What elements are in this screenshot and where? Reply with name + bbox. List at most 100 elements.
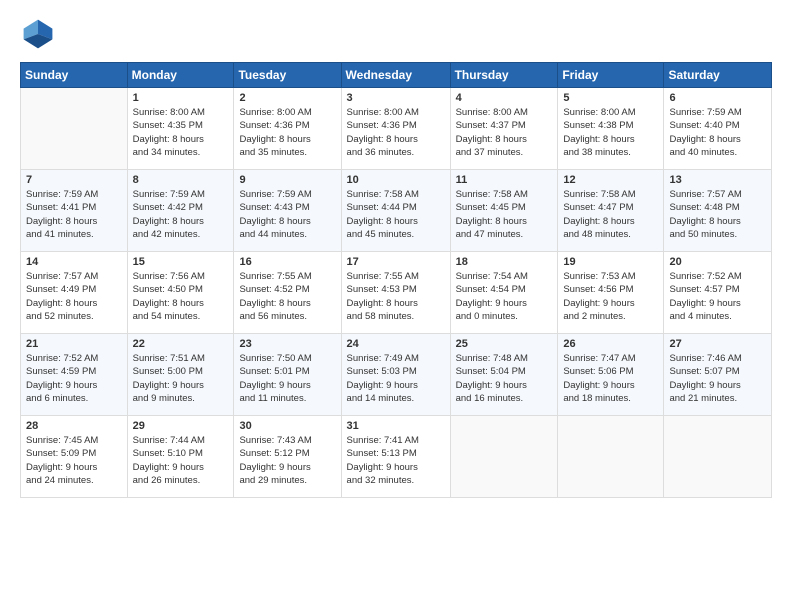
day-number: 29 [133, 420, 229, 432]
calendar-day-header: Monday [127, 63, 234, 88]
calendar-cell: 20 Sunrise: 7:52 AMSunset: 4:57 PMDayligh… [664, 252, 772, 334]
day-number: 2 [239, 92, 335, 104]
logo [20, 16, 60, 52]
day-number: 26 [563, 338, 658, 350]
day-number: 6 [669, 92, 766, 104]
calendar-day-header: Saturday [664, 63, 772, 88]
day-number: 13 [669, 174, 766, 186]
calendar-cell: 27 Sunrise: 7:46 AMSunset: 5:07 PMDayligh… [664, 334, 772, 416]
day-number: 24 [347, 338, 445, 350]
day-number: 15 [133, 256, 229, 268]
calendar-cell: 23Sunrise: 7:50 AMSunset: 5:01 PMDayligh… [234, 334, 341, 416]
day-info: Sunrise: 7:58 AMSunset: 4:44 PMDaylight:… [347, 188, 445, 241]
day-info: Sunrise: 8:00 AMSunset: 4:38 PMDaylight:… [563, 106, 658, 159]
day-info: Sunrise: 7:58 AMSunset: 4:45 PMDaylight:… [456, 188, 553, 241]
day-number: 11 [456, 174, 553, 186]
day-number: 30 [239, 420, 335, 432]
day-number: 16 [239, 256, 335, 268]
day-number: 7 [26, 174, 122, 186]
calendar-day-header: Wednesday [341, 63, 450, 88]
day-number: 21 [26, 338, 122, 350]
day-info: Sunrise: 7:59 AMSunset: 4:43 PMDaylight:… [239, 188, 335, 241]
day-info: Sunrise: 7:49 AMSunset: 5:03 PMDaylight:… [347, 352, 445, 405]
day-info: Sunrise: 7:45 AMSunset: 5:09 PMDaylight:… [26, 434, 122, 487]
day-info: Sunrise: 7:53 AMSunset: 4:56 PMDaylight:… [563, 270, 658, 323]
logo-icon [20, 16, 56, 52]
day-info: Sunrise: 7:52 AMSunset: 4:57 PMDaylight:… [669, 270, 766, 323]
calendar-cell: 3 Sunrise: 8:00 AMSunset: 4:36 PMDaylight… [341, 88, 450, 170]
day-info: Sunrise: 7:41 AMSunset: 5:13 PMDaylight:… [347, 434, 445, 487]
calendar-cell: 18 Sunrise: 7:54 AMSunset: 4:54 PMDayligh… [450, 252, 558, 334]
calendar-cell: 2 Sunrise: 8:00 AMSunset: 4:36 PMDaylight… [234, 88, 341, 170]
day-info: Sunrise: 7:55 AMSunset: 4:53 PMDaylight:… [347, 270, 445, 323]
calendar-cell: 11 Sunrise: 7:58 AMSunset: 4:45 PMDayligh… [450, 170, 558, 252]
day-info: Sunrise: 7:55 AMSunset: 4:52 PMDaylight:… [239, 270, 335, 323]
day-number: 18 [456, 256, 553, 268]
calendar-cell: 16 Sunrise: 7:55 AMSunset: 4:52 PMDayligh… [234, 252, 341, 334]
day-info: Sunrise: 7:59 AMSunset: 4:41 PMDaylight:… [26, 188, 122, 241]
day-number: 14 [26, 256, 122, 268]
day-number: 3 [347, 92, 445, 104]
calendar-cell: 6 Sunrise: 7:59 AMSunset: 4:40 PMDaylight… [664, 88, 772, 170]
day-info: Sunrise: 8:00 AMSunset: 4:36 PMDaylight:… [347, 106, 445, 159]
day-info: Sunrise: 7:56 AMSunset: 4:50 PMDaylight:… [133, 270, 229, 323]
day-info: Sunrise: 7:54 AMSunset: 4:54 PMDaylight:… [456, 270, 553, 323]
day-number: 22 [133, 338, 229, 350]
day-number: 31 [347, 420, 445, 432]
calendar-cell: 17 Sunrise: 7:55 AMSunset: 4:53 PMDayligh… [341, 252, 450, 334]
calendar-cell: 30Sunrise: 7:43 AMSunset: 5:12 PMDayligh… [234, 416, 341, 498]
day-number: 27 [669, 338, 766, 350]
calendar-week-row: 28 Sunrise: 7:45 AMSunset: 5:09 PMDayligh… [21, 416, 772, 498]
calendar-week-row: 21 Sunrise: 7:52 AMSunset: 4:59 PMDayligh… [21, 334, 772, 416]
calendar-week-row: 7 Sunrise: 7:59 AMSunset: 4:41 PMDaylight… [21, 170, 772, 252]
calendar-cell [21, 88, 128, 170]
day-info: Sunrise: 7:46 AMSunset: 5:07 PMDaylight:… [669, 352, 766, 405]
calendar-cell: 12Sunrise: 7:58 AMSunset: 4:47 PMDayligh… [558, 170, 664, 252]
day-number: 4 [456, 92, 553, 104]
day-number: 9 [239, 174, 335, 186]
calendar-cell [664, 416, 772, 498]
day-info: Sunrise: 7:59 AMSunset: 4:42 PMDaylight:… [133, 188, 229, 241]
day-number: 17 [347, 256, 445, 268]
day-info: Sunrise: 7:48 AMSunset: 5:04 PMDaylight:… [456, 352, 553, 405]
calendar-cell: 24 Sunrise: 7:49 AMSunset: 5:03 PMDayligh… [341, 334, 450, 416]
day-info: Sunrise: 7:44 AMSunset: 5:10 PMDaylight:… [133, 434, 229, 487]
day-number: 20 [669, 256, 766, 268]
calendar-cell [558, 416, 664, 498]
day-info: Sunrise: 8:00 AMSunset: 4:36 PMDaylight:… [239, 106, 335, 159]
calendar-cell: 5Sunrise: 8:00 AMSunset: 4:38 PMDaylight… [558, 88, 664, 170]
calendar-header-row: SundayMondayTuesdayWednesdayThursdayFrid… [21, 63, 772, 88]
calendar-table: SundayMondayTuesdayWednesdayThursdayFrid… [20, 62, 772, 498]
calendar-cell: 4Sunrise: 8:00 AMSunset: 4:37 PMDaylight… [450, 88, 558, 170]
page: SundayMondayTuesdayWednesdayThursdayFrid… [0, 0, 792, 612]
calendar-week-row: 14 Sunrise: 7:57 AMSunset: 4:49 PMDayligh… [21, 252, 772, 334]
calendar-cell: 1Sunrise: 8:00 AMSunset: 4:35 PMDaylight… [127, 88, 234, 170]
day-info: Sunrise: 7:59 AMSunset: 4:40 PMDaylight:… [669, 106, 766, 159]
calendar-week-row: 1Sunrise: 8:00 AMSunset: 4:35 PMDaylight… [21, 88, 772, 170]
day-info: Sunrise: 7:57 AMSunset: 4:49 PMDaylight:… [26, 270, 122, 323]
calendar-cell: 15 Sunrise: 7:56 AMSunset: 4:50 PMDayligh… [127, 252, 234, 334]
day-info: Sunrise: 7:58 AMSunset: 4:47 PMDaylight:… [563, 188, 658, 241]
calendar-cell: 26 Sunrise: 7:47 AMSunset: 5:06 PMDayligh… [558, 334, 664, 416]
calendar-cell: 22 Sunrise: 7:51 AMSunset: 5:00 PMDayligh… [127, 334, 234, 416]
calendar-cell: 7 Sunrise: 7:59 AMSunset: 4:41 PMDaylight… [21, 170, 128, 252]
day-number: 1 [133, 92, 229, 104]
day-number: 28 [26, 420, 122, 432]
day-number: 10 [347, 174, 445, 186]
day-info: Sunrise: 7:57 AMSunset: 4:48 PMDaylight:… [669, 188, 766, 241]
calendar-day-header: Friday [558, 63, 664, 88]
day-info: Sunrise: 7:52 AMSunset: 4:59 PMDaylight:… [26, 352, 122, 405]
day-info: Sunrise: 7:51 AMSunset: 5:00 PMDaylight:… [133, 352, 229, 405]
calendar-cell: 10 Sunrise: 7:58 AMSunset: 4:44 PMDayligh… [341, 170, 450, 252]
calendar-day-header: Tuesday [234, 63, 341, 88]
calendar-cell: 13 Sunrise: 7:57 AMSunset: 4:48 PMDayligh… [664, 170, 772, 252]
calendar-cell: 9 Sunrise: 7:59 AMSunset: 4:43 PMDaylight… [234, 170, 341, 252]
calendar-cell [450, 416, 558, 498]
calendar-cell: 28 Sunrise: 7:45 AMSunset: 5:09 PMDayligh… [21, 416, 128, 498]
calendar-cell: 14 Sunrise: 7:57 AMSunset: 4:49 PMDayligh… [21, 252, 128, 334]
day-number: 19 [563, 256, 658, 268]
calendar-cell: 8Sunrise: 7:59 AMSunset: 4:42 PMDaylight… [127, 170, 234, 252]
header [20, 16, 772, 52]
day-info: Sunrise: 7:47 AMSunset: 5:06 PMDaylight:… [563, 352, 658, 405]
calendar-cell: 19 Sunrise: 7:53 AMSunset: 4:56 PMDayligh… [558, 252, 664, 334]
